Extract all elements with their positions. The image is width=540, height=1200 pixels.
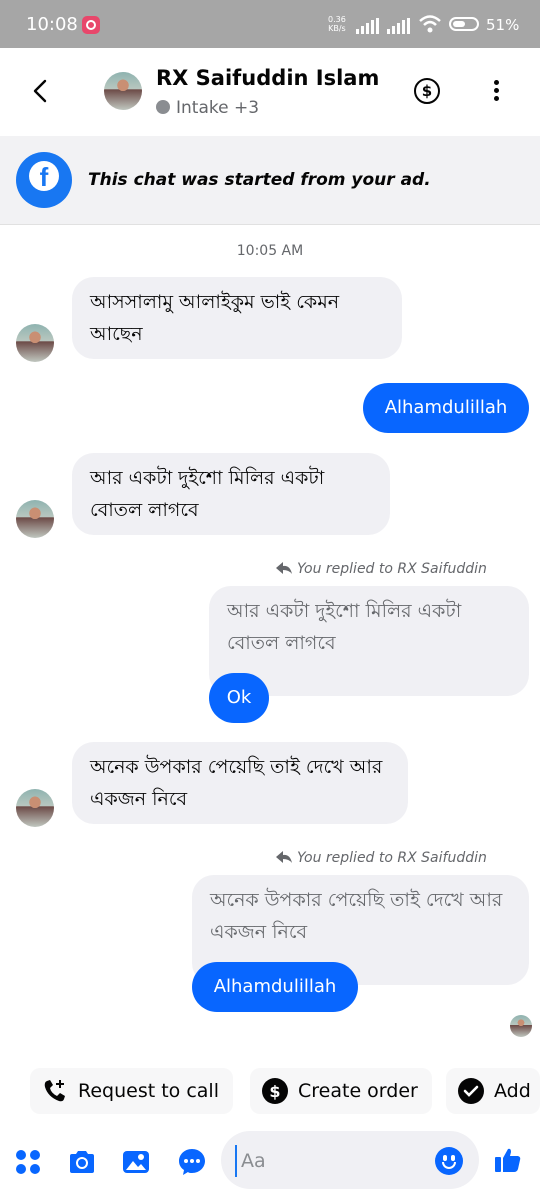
incoming-message[interactable]: আর একটা দুইশো মিলির একটা বোতল লাগবে	[72, 453, 390, 535]
dollar-circle-icon: $	[262, 1078, 288, 1104]
sender-avatar[interactable]	[16, 324, 54, 362]
message-timestamp: 10:05 AM	[236, 243, 304, 259]
outgoing-message[interactable]: Ok	[209, 673, 269, 723]
banner-text: This chat was started from your ad.	[88, 170, 431, 190]
svg-text:$: $	[269, 1082, 280, 1101]
gallery-icon[interactable]	[122, 1148, 150, 1176]
emoji-icon[interactable]	[435, 1147, 463, 1175]
chat-header: RX Saifuddin Islam Intake +3 $	[0, 48, 540, 136]
wifi-icon	[419, 15, 441, 33]
request-to-call-button[interactable]: Request to call	[30, 1068, 233, 1114]
contact-avatar[interactable]	[104, 72, 142, 110]
reply-note: You replied to RX Saifuddin	[275, 561, 487, 577]
battery-percent: 51%	[486, 16, 520, 34]
contact-name[interactable]: RX Saifuddin Islam	[156, 66, 379, 90]
facebook-icon: f	[16, 152, 72, 208]
status-dot-icon	[156, 100, 170, 114]
message-input-container	[221, 1131, 479, 1189]
reply-note: You replied to RX Saifuddin	[275, 850, 487, 866]
reply-arrow-icon	[276, 562, 292, 574]
dollar-circle-icon[interactable]: $	[414, 78, 440, 104]
sender-avatar[interactable]	[16, 789, 54, 827]
status-bar: 10:08 0.36 KB/s 51%	[0, 0, 540, 48]
chevron-left-icon[interactable]	[30, 78, 52, 104]
quick-actions-bar: Request to call $ Create order Add	[0, 1066, 540, 1116]
signal-icon	[387, 18, 410, 34]
camera-icon[interactable]	[68, 1148, 96, 1176]
seen-indicator-avatar	[510, 1015, 532, 1037]
more-vertical-icon[interactable]	[492, 80, 500, 104]
create-order-button[interactable]: $ Create order	[250, 1068, 432, 1114]
status-time: 10:08	[26, 14, 78, 35]
contact-subtitle: Intake +3	[156, 98, 259, 118]
ad-origin-banner: f This chat was started from your ad.	[0, 136, 540, 225]
message-composer	[0, 1128, 540, 1194]
chat-bubble-icon[interactable]	[178, 1148, 206, 1176]
add-button[interactable]: Add	[446, 1068, 540, 1114]
message-input[interactable]	[235, 1145, 443, 1177]
network-speed: 0.36 KB/s	[328, 15, 346, 33]
phone-plus-icon	[44, 1080, 65, 1102]
checkmark-circle-icon	[458, 1078, 484, 1104]
battery-icon	[449, 17, 479, 31]
outgoing-message[interactable]: Alhamdulillah	[363, 383, 529, 433]
signal-icon	[356, 18, 379, 34]
reply-arrow-icon	[276, 851, 292, 863]
incoming-message[interactable]: অনেক উপকার পেয়েছি তাই দেখে আর একজন নিবে	[72, 742, 408, 824]
apps-grid-icon[interactable]	[14, 1148, 42, 1176]
outgoing-message[interactable]: Alhamdulillah	[192, 962, 358, 1012]
incoming-message[interactable]: আসসালামু আলাইকুম ভাই কেমন আছেন	[72, 277, 402, 359]
app-notification-icon	[82, 16, 100, 34]
sender-avatar[interactable]	[16, 500, 54, 538]
thumbs-up-icon[interactable]	[494, 1146, 522, 1174]
